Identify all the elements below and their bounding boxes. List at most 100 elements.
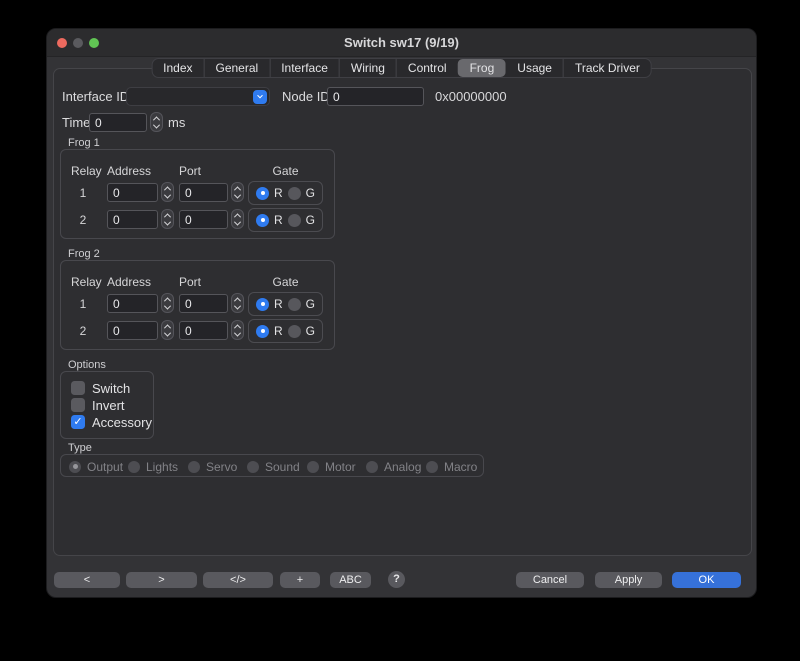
apply-button[interactable]: Apply [595, 572, 662, 588]
frog1-row2-address-stepper[interactable] [161, 209, 174, 229]
invert-checkbox-label: Invert [92, 398, 125, 413]
type-group-box: Output Lights Servo Sound Motor Analog M… [60, 454, 484, 477]
stepper-down-icon [153, 121, 160, 128]
switch-checkbox[interactable] [71, 381, 85, 395]
frog2-row1-port-input[interactable] [179, 294, 228, 313]
type-motor-radio [307, 461, 319, 473]
gate-g-label: G [306, 186, 315, 200]
options-group-label: Options [68, 359, 106, 371]
type-lights-label: Lights [146, 460, 178, 474]
tab-track-driver[interactable]: Track Driver [563, 59, 651, 77]
gate-r-label: R [274, 186, 283, 200]
frog1-row2-gate-r-radio[interactable] [256, 214, 269, 227]
frog1-row1-address-stepper[interactable] [161, 182, 174, 202]
type-group-label: Type [68, 442, 92, 454]
stepper-down-icon [164, 329, 171, 336]
frog2-row1-gate-r-radio[interactable] [256, 298, 269, 311]
type-analog-radio [366, 461, 378, 473]
frog2-row2-address-input[interactable] [107, 321, 158, 340]
node-id-input[interactable] [327, 87, 424, 106]
frog1-group-box: Relay Address Port Gate 1 R G 2 R [60, 149, 335, 239]
title-bar: Switch sw17 (9/19) [47, 29, 756, 57]
frog1-row2-port-stepper[interactable] [231, 209, 244, 229]
tab-control[interactable]: Control [396, 59, 458, 77]
frog1-col-gate: Gate [248, 164, 323, 178]
frog1-row2-port-input[interactable] [179, 210, 228, 229]
tab-interface[interactable]: Interface [269, 59, 339, 77]
tab-index[interactable]: Index [152, 59, 203, 77]
cancel-button[interactable]: Cancel [516, 572, 584, 588]
gate-g-label: G [306, 213, 315, 227]
timer-input[interactable] [89, 113, 147, 132]
next-button[interactable]: > [126, 572, 197, 588]
frog2-col-gate: Gate [248, 275, 323, 289]
frog1-col-relay: Relay [71, 164, 102, 178]
type-sound-label: Sound [265, 460, 300, 474]
frog1-row1-port-input[interactable] [179, 183, 228, 202]
frog1-row2-address-input[interactable] [107, 210, 158, 229]
frog1-row2-gate-g-radio[interactable] [288, 214, 301, 227]
type-servo-label: Servo [206, 460, 237, 474]
gate-r-label: R [274, 297, 283, 311]
type-macro-label: Macro [444, 460, 477, 474]
timer-stepper[interactable] [150, 112, 163, 132]
ok-button[interactable]: OK [672, 572, 741, 588]
abc-button[interactable]: ABC [330, 572, 371, 588]
gate-r-label: R [274, 213, 283, 227]
accessory-checkbox-label: Accessory [92, 415, 152, 430]
add-button[interactable]: + [280, 572, 320, 588]
frog1-row1-port-stepper[interactable] [231, 182, 244, 202]
frog2-row2-gate-r-radio[interactable] [256, 325, 269, 338]
dialog-window: Switch sw17 (9/19) Index General Interfa… [46, 28, 757, 598]
stepper-down-icon [234, 191, 241, 198]
frog2-row1-address-stepper[interactable] [161, 293, 174, 313]
frog1-row1-gate-r-radio[interactable] [256, 187, 269, 200]
frog1-row1-address-input[interactable] [107, 183, 158, 202]
invert-checkbox[interactable] [71, 398, 85, 412]
frog1-row1-gate-g-radio[interactable] [288, 187, 301, 200]
type-sound-radio [247, 461, 259, 473]
frog2-row1-gate-group: R G [248, 292, 323, 316]
prev-button[interactable]: < [54, 572, 120, 588]
options-group-box: Switch Invert Accessory [60, 371, 154, 439]
frog-tab-panel: Interface ID Node ID 0x00000000 Timer ms… [53, 68, 752, 556]
frog2-col-relay: Relay [71, 275, 102, 289]
combobox-dropdown-button[interactable] [253, 90, 267, 104]
node-id-label: Node ID [282, 87, 330, 106]
interface-id-combobox[interactable] [126, 87, 270, 106]
frog1-row2-relay: 2 [71, 213, 95, 227]
frog2-row2-gate-group: R G [248, 319, 323, 343]
frog1-col-port: Port [179, 164, 201, 178]
frog2-row2-relay: 2 [71, 324, 95, 338]
frog2-row2-address-stepper[interactable] [161, 320, 174, 340]
gate-g-label: G [306, 297, 315, 311]
type-motor-label: Motor [325, 460, 356, 474]
help-button[interactable]: ? [388, 571, 405, 588]
type-output-label: Output [87, 460, 123, 474]
frog2-row1-gate-g-radio[interactable] [288, 298, 301, 311]
frog2-row2-port-input[interactable] [179, 321, 228, 340]
frog2-row1-port-stepper[interactable] [231, 293, 244, 313]
chevron-down-icon [257, 93, 263, 99]
type-output-radio [69, 461, 81, 473]
accessory-checkbox[interactable] [71, 415, 85, 429]
tab-wiring[interactable]: Wiring [339, 59, 396, 77]
frog2-group-box: Relay Address Port Gate 1 R G 2 R [60, 260, 335, 350]
frog2-row2-port-stepper[interactable] [231, 320, 244, 340]
tab-frog[interactable]: Frog [458, 59, 506, 77]
stepper-down-icon [164, 218, 171, 225]
frog1-row1-gate-group: R G [248, 181, 323, 205]
frog2-row1-relay: 1 [71, 297, 95, 311]
code-button[interactable]: </> [203, 572, 273, 588]
frog2-row1-address-input[interactable] [107, 294, 158, 313]
interface-id-label: Interface ID [62, 87, 129, 106]
tab-general[interactable]: General [203, 59, 269, 77]
frog2-row2-gate-g-radio[interactable] [288, 325, 301, 338]
tab-usage[interactable]: Usage [505, 59, 563, 77]
node-id-hex-value: 0x00000000 [435, 87, 507, 106]
frog1-row1-relay: 1 [71, 186, 95, 200]
type-servo-radio [188, 461, 200, 473]
stepper-down-icon [234, 329, 241, 336]
stepper-down-icon [234, 302, 241, 309]
frog1-row2-gate-group: R G [248, 208, 323, 232]
